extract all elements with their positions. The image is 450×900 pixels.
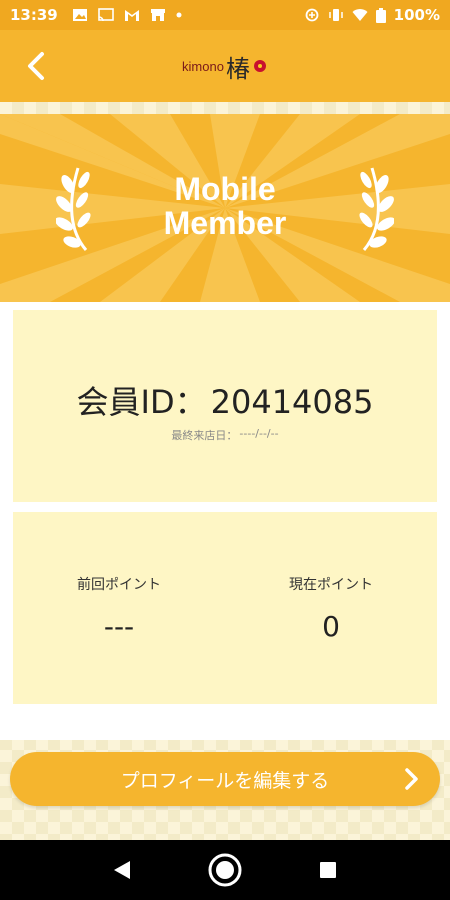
nav-back-button[interactable] [102,850,142,890]
points-card: 前回ポイント --- 現在ポイント 0 [13,512,437,704]
main-content: Mobile Member 会員ID： 20414085 最終来店日： ----… [0,102,450,840]
member-id: 会員ID： 20414085 [77,377,374,423]
member-banner: Mobile Member [0,114,450,302]
dot-icon [176,12,182,18]
member-id-card: 会員ID： 20414085 最終来店日： ----/--/-- [13,310,437,502]
previous-points: 前回ポイント --- [13,512,225,704]
chevron-right-icon [405,768,418,790]
current-points-label: 現在ポイント [289,577,373,593]
vibrate-icon [328,9,343,21]
nav-recents-button[interactable] [308,850,348,890]
current-points: 現在ポイント 0 [225,512,437,704]
laurel-right-icon [359,167,394,251]
chevron-left-icon [28,52,44,80]
logo-kanji: 椿 [225,54,250,83]
nav-home-button[interactable] [205,850,245,890]
logo-text: kimono [182,58,224,74]
battery-percent: 100% [393,6,440,24]
status-time: 13:39 [10,6,58,24]
previous-points-value: --- [103,610,135,643]
image-icon [72,9,87,21]
app-logo: kimono 椿 [182,49,268,84]
edit-profile-button[interactable]: プロフィールを編集する [10,752,440,806]
last-visit-label: 最終来店日： [171,429,238,442]
last-visit-value: ----/--/-- [239,427,279,440]
last-visit: 最終来店日： ----/--/-- [171,427,278,443]
edit-profile-label: プロフィールを編集する [120,769,330,792]
back-triangle-icon [113,861,130,879]
back-button[interactable] [18,48,54,84]
camellia-flower-icon [253,60,266,72]
current-points-value: 0 [322,610,340,643]
app-bar: kimono 椿 [0,30,450,102]
gmail-icon [124,10,139,21]
home-circle-icon [208,853,242,887]
status-left-icons [72,8,182,22]
status-right: 100% [304,6,440,24]
data-saver-icon [305,8,319,22]
member-panel: 会員ID： 20414085 最終来店日： ----/--/-- 前回ポイント … [0,302,450,740]
status-bar: 13:39 100% [0,0,450,30]
store-icon [150,9,165,21]
cast-icon [97,8,114,22]
recents-square-icon [320,862,337,878]
member-id-label: 会員ID： [76,383,207,421]
battery-icon [375,7,386,23]
system-nav-bar [0,840,450,900]
member-id-value: 20414085 [210,383,374,421]
previous-points-label: 前回ポイント [77,577,161,593]
wifi-icon [352,9,368,21]
